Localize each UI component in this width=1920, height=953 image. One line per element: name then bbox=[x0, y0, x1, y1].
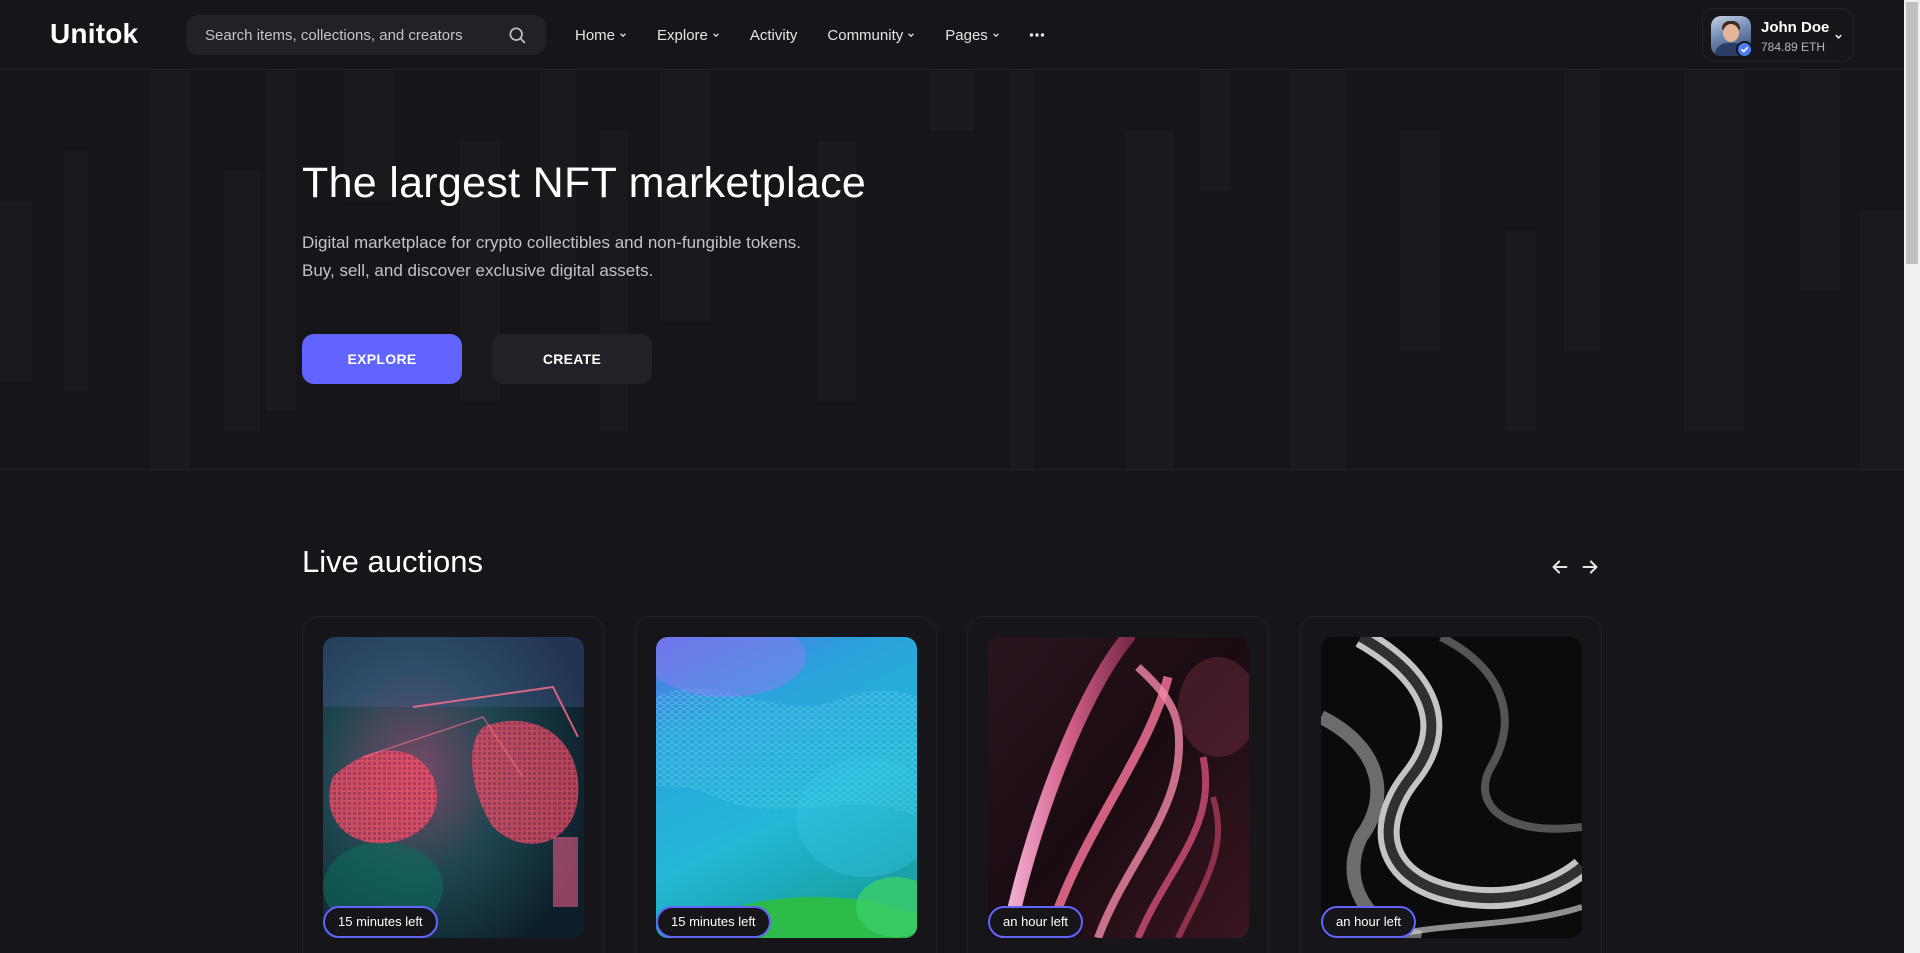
nft-image[interactable] bbox=[323, 637, 584, 938]
nav-item-label: Home bbox=[575, 26, 616, 44]
nav-item-label: Pages bbox=[945, 26, 988, 44]
chevron-down-icon bbox=[908, 33, 915, 38]
nft-image[interactable] bbox=[988, 637, 1249, 938]
hero-title: The largest NFT marketplace bbox=[302, 159, 867, 207]
chevron-down-icon bbox=[620, 33, 626, 38]
auction-card[interactable]: 15 minutes left bbox=[635, 616, 937, 953]
time-left-badge: an hour left bbox=[988, 906, 1084, 938]
site-header: Unitok Home Explore Activity Community P… bbox=[0, 0, 1904, 70]
time-left-badge: 15 minutes left bbox=[323, 906, 438, 938]
explore-button[interactable]: EXPLORE bbox=[302, 334, 462, 384]
nft-image[interactable] bbox=[1321, 637, 1582, 938]
create-button[interactable]: CREATE bbox=[492, 334, 652, 384]
nav-item-explore[interactable]: Explore bbox=[657, 27, 720, 44]
brand-logo[interactable]: Unitok bbox=[50, 18, 138, 50]
nav-item-label: Activity bbox=[749, 26, 798, 44]
nav-item-pages[interactable]: Pages bbox=[945, 27, 1000, 44]
time-left-badge: 15 minutes left bbox=[656, 906, 771, 938]
nav-item-community[interactable]: Community bbox=[827, 27, 915, 44]
auction-card[interactable]: an hour left bbox=[1300, 616, 1602, 953]
search-icon[interactable] bbox=[507, 25, 527, 45]
nav-item-label: Explore bbox=[657, 26, 708, 44]
page-scrollbar[interactable] bbox=[1904, 0, 1920, 953]
hero-section: The largest NFT marketplace Digital mark… bbox=[0, 71, 1904, 470]
arrow-left-icon[interactable] bbox=[1549, 556, 1571, 578]
search-input[interactable] bbox=[186, 15, 486, 55]
chevron-down-icon bbox=[713, 33, 719, 38]
hero-description: Digital marketplace for crypto collectib… bbox=[302, 229, 801, 285]
auction-card[interactable]: an hour left bbox=[967, 616, 1269, 953]
scrollbar-thumb[interactable] bbox=[1906, 2, 1918, 264]
nav-item-label: Community bbox=[827, 26, 904, 44]
nav-item-home[interactable]: Home bbox=[575, 27, 627, 44]
hero-description-line-2: Buy, sell, and discover exclusive digita… bbox=[302, 261, 654, 280]
chevron-down-icon bbox=[1835, 34, 1842, 39]
hero-description-line-1: Digital marketplace for crypto collectib… bbox=[302, 233, 801, 252]
arrow-right-icon[interactable] bbox=[1579, 556, 1601, 578]
verified-check-icon bbox=[1736, 41, 1753, 58]
main-nav: Home Explore Activity Community Pages bbox=[575, 0, 1046, 70]
auction-card[interactable]: 15 minutes left bbox=[302, 616, 604, 953]
search-bar[interactable] bbox=[186, 15, 546, 55]
profile-menu[interactable]: John Doe 784.89 ETH bbox=[1702, 8, 1854, 62]
nav-item-activity[interactable]: Activity bbox=[750, 27, 798, 44]
profile-name: John Doe bbox=[1761, 19, 1830, 36]
chevron-down-icon bbox=[992, 33, 999, 38]
nft-image[interactable] bbox=[656, 637, 917, 938]
time-left-badge: an hour left bbox=[1321, 906, 1417, 938]
live-auctions-title: Live auctions bbox=[302, 544, 483, 579]
more-dots-icon[interactable] bbox=[1028, 26, 1046, 44]
profile-balance: 784.89 ETH bbox=[1761, 40, 1826, 54]
